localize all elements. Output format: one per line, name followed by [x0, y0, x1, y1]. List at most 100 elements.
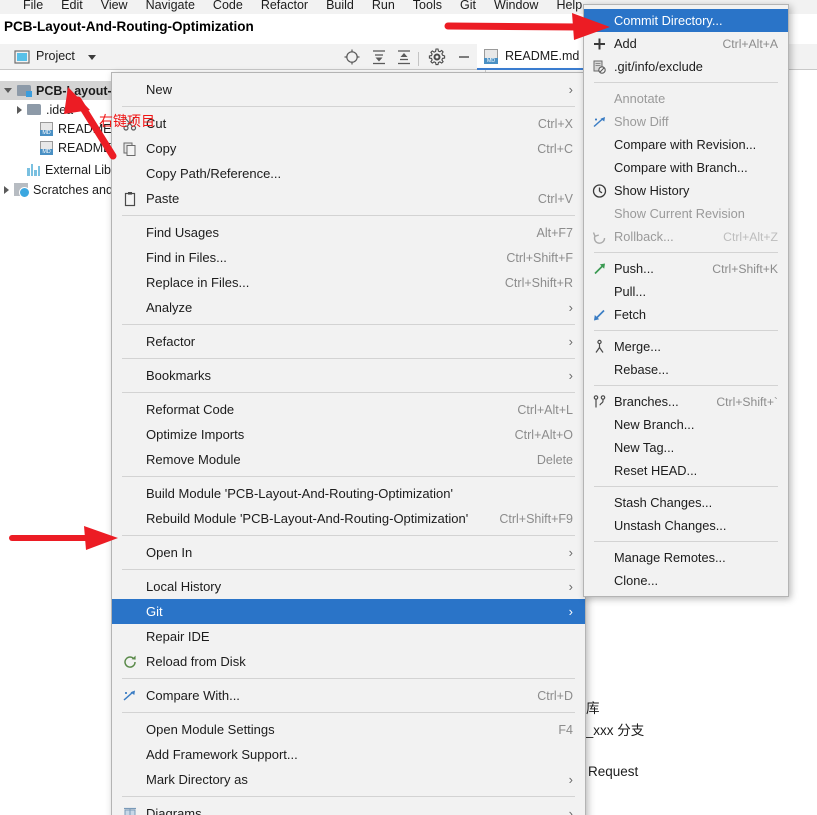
menu-item-shortcut: Ctrl+Alt+Z [723, 229, 778, 244]
gear-icon[interactable] [428, 48, 446, 66]
ctx-menu-item-open-in[interactable]: Open In › [112, 540, 585, 565]
menu-item-label: Branches... [614, 394, 679, 409]
git-menu-item-compare-with-revision[interactable]: Compare with Revision... [584, 133, 788, 156]
ctx-menu-item-add-framework-support[interactable]: Add Framework Support... [112, 742, 585, 767]
ctx-menu-item-new[interactable]: New › [112, 77, 585, 102]
git-menu-item-new-tag[interactable]: New Tag... [584, 436, 788, 459]
ctx-menu-item-reformat-code[interactable]: Reformat Code Ctrl+Alt+L [112, 397, 585, 422]
project-view-label: Project [36, 49, 75, 63]
git-menu-item-git-info-exclude[interactable]: .git/info/exclude [584, 55, 788, 78]
git-menu-item-branches[interactable]: Branches... Ctrl+Shift+` [584, 390, 788, 413]
menu-separator [122, 324, 575, 325]
ctx-menu-item-paste[interactable]: Paste Ctrl+V [112, 186, 585, 211]
chevron-right-icon[interactable] [4, 185, 9, 194]
menu-item-shortcut: Ctrl+Alt+A [722, 36, 778, 51]
refresh-icon [122, 654, 138, 670]
git-menu-item-rebase[interactable]: Rebase... [584, 358, 788, 381]
ctx-menu-item-cut[interactable]: Cut Ctrl+X [112, 111, 585, 136]
menubar-item-refactor[interactable]: Refactor [252, 0, 317, 13]
menu-item-label: Refactor [146, 334, 196, 349]
menubar-item-build[interactable]: Build [317, 0, 363, 13]
chevron-right-icon: › [568, 545, 573, 560]
menubar-item-navigate[interactable]: Navigate [137, 0, 204, 13]
menu-item-label: Stash Changes... [614, 495, 713, 510]
tab-readme-md[interactable]: README.md [477, 44, 587, 70]
project-context-menu[interactable]: New › Cut Ctrl+X Copy Ctrl+C Copy Path/Referen… [111, 72, 586, 815]
merge-icon [592, 339, 607, 354]
git-menu-item-fetch[interactable]: Fetch [584, 303, 788, 326]
menu-item-label: Optimize Imports [146, 427, 245, 442]
menubar-item-code[interactable]: Code [204, 0, 252, 13]
expand-all-icon[interactable] [370, 48, 388, 66]
git-menu-item-unstash-changes[interactable]: Unstash Changes... [584, 514, 788, 537]
git-menu-item-clone[interactable]: Clone... [584, 569, 788, 592]
ctx-menu-item-replace-in-files[interactable]: Replace in Files... Ctrl+Shift+R [112, 270, 585, 295]
git-menu-item-merge[interactable]: Merge... [584, 335, 788, 358]
ctx-menu-item-local-history[interactable]: Local History › [112, 574, 585, 599]
collapse-all-icon[interactable] [395, 48, 413, 66]
menu-item-label: Add Framework Support... [146, 747, 298, 762]
project-toolwindow-icon [14, 49, 32, 67]
menubar-item-tools[interactable]: Tools [404, 0, 451, 13]
menubar-item-edit[interactable]: Edit [52, 0, 92, 13]
locate-icon[interactable] [343, 48, 361, 66]
chevron-right-icon[interactable] [17, 105, 22, 114]
menu-item-label: Fetch [614, 307, 647, 322]
git-menu-item-show-history[interactable]: Show History [584, 179, 788, 202]
plus-icon [592, 36, 607, 51]
menu-item-shortcut: Alt+F7 [536, 225, 573, 240]
ctx-menu-item-refactor[interactable]: Refactor › [112, 329, 585, 354]
chevron-right-icon: › [568, 806, 573, 815]
ctx-menu-item-reload-from-disk[interactable]: Reload from Disk [112, 649, 585, 674]
menu-separator [122, 535, 575, 536]
ctx-menu-item-copy[interactable]: Copy Ctrl+C [112, 136, 585, 161]
git-submenu[interactable]: Commit Directory... Add Ctrl+Alt+A .git/inf… [583, 4, 789, 597]
exclude-icon [592, 59, 607, 74]
ctx-menu-item-repair-ide[interactable]: Repair IDE [112, 624, 585, 649]
ctx-menu-item-copy-path-reference[interactable]: Copy Path/Reference... [112, 161, 585, 186]
ctx-menu-item-optimize-imports[interactable]: Optimize Imports Ctrl+Alt+O [112, 422, 585, 447]
ctx-menu-item-build-module-pcb-layout-and-routing-opti[interactable]: Build Module 'PCB-Layout-And-Routing-Opt… [112, 481, 585, 506]
ctx-menu-item-compare-with[interactable]: Compare With... Ctrl+D [112, 683, 585, 708]
git-menu-item-new-branch[interactable]: New Branch... [584, 413, 788, 436]
ctx-menu-item-find-in-files[interactable]: Find in Files... Ctrl+Shift+F [112, 245, 585, 270]
menu-item-label: Find Usages [146, 225, 219, 240]
git-menu-item-manage-remotes[interactable]: Manage Remotes... [584, 546, 788, 569]
copy-icon [122, 141, 138, 157]
ctx-menu-item-bookmarks[interactable]: Bookmarks › [112, 363, 585, 388]
ctx-menu-item-analyze[interactable]: Analyze › [112, 295, 585, 320]
ctx-menu-item-rebuild-module-pcb-layout-and-routing-op[interactable]: Rebuild Module 'PCB-Layout-And-Routing-O… [112, 506, 585, 531]
chevron-right-icon: › [568, 604, 573, 619]
ctx-menu-item-open-module-settings[interactable]: Open Module Settings F4 [112, 717, 585, 742]
menu-item-label: Bookmarks [146, 368, 212, 383]
menu-item-label: Reset HEAD... [614, 463, 698, 478]
chevron-down-icon[interactable] [88, 55, 96, 60]
minimize-icon[interactable] [455, 48, 473, 66]
menu-item-shortcut: Ctrl+C [537, 141, 573, 156]
menubar-item-window[interactable]: Window [485, 0, 547, 13]
ctx-menu-item-find-usages[interactable]: Find Usages Alt+F7 [112, 220, 585, 245]
annotation-note-label: 右键项目 [99, 114, 155, 130]
menu-separator [122, 796, 575, 797]
ctx-menu-item-git[interactable]: Git › [112, 599, 585, 624]
git-menu-item-reset-head[interactable]: Reset HEAD... [584, 459, 788, 482]
git-menu-item-push[interactable]: Push... Ctrl+Shift+K [584, 257, 788, 280]
menubar-item-run[interactable]: Run [363, 0, 404, 13]
ctx-menu-item-mark-directory-as[interactable]: Mark Directory as › [112, 767, 585, 792]
menu-item-shortcut: Ctrl+Shift+F9 [499, 511, 573, 526]
tree-node-label: .idea [46, 102, 74, 117]
git-menu-item-add[interactable]: Add Ctrl+Alt+A [584, 32, 788, 55]
menubar-item-git[interactable]: Git [451, 0, 485, 13]
git-menu-item-pull[interactable]: Pull... [584, 280, 788, 303]
menu-item-label: Manage Remotes... [614, 550, 726, 565]
git-menu-item-rollback: Rollback... Ctrl+Alt+Z [584, 225, 788, 248]
ctx-menu-item-diagrams[interactable]: Diagrams › [112, 801, 585, 815]
readme-text-fragment: 库 [586, 701, 600, 716]
git-menu-item-commit-directory[interactable]: Commit Directory... [584, 9, 788, 32]
menubar-item-file[interactable]: File [14, 0, 52, 13]
menubar-item-view[interactable]: View [92, 0, 137, 13]
chevron-down-icon[interactable] [4, 88, 12, 93]
git-menu-item-stash-changes[interactable]: Stash Changes... [584, 491, 788, 514]
ctx-menu-item-remove-module[interactable]: Remove Module Delete [112, 447, 585, 472]
git-menu-item-compare-with-branch[interactable]: Compare with Branch... [584, 156, 788, 179]
